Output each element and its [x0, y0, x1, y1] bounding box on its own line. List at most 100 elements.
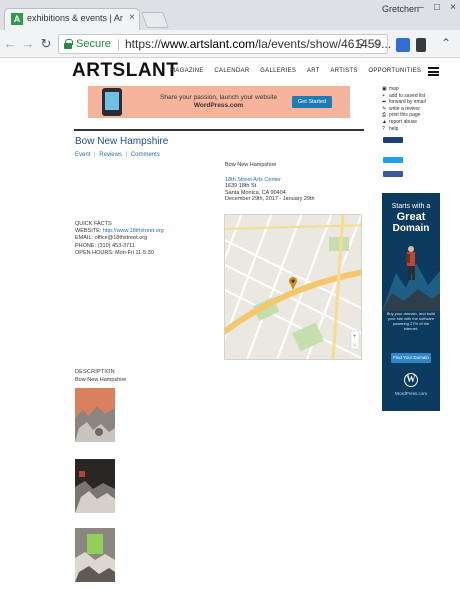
- tool-add-list[interactable]: + add to saved list: [382, 93, 426, 100]
- nav-galleries[interactable]: GALLERIES: [260, 68, 296, 74]
- side-ad-great: Great: [396, 211, 426, 223]
- tool-label: forward by email: [389, 99, 426, 106]
- lock-icon: [64, 39, 73, 49]
- phone-label: PHONE:: [75, 242, 97, 249]
- description-label: DESCRIPTION: [75, 369, 115, 375]
- website-link[interactable]: http://www.18thstreet.org: [103, 228, 164, 234]
- venue-map[interactable]: + −: [224, 214, 362, 360]
- url-path: /la/events/show/461459...: [255, 37, 392, 51]
- event-dates: December 29th, 2017 - January 29th: [225, 196, 315, 202]
- plus-icon: +: [382, 92, 385, 99]
- side-ad-domain: Domain: [392, 223, 430, 234]
- tool-forward[interactable]: ➦ forward by email: [382, 99, 426, 106]
- nav-calendar[interactable]: CALENDAR: [214, 68, 249, 74]
- facebook-like-button[interactable]: [383, 171, 403, 177]
- pencil-icon: ✎: [382, 105, 387, 112]
- browser-titlebar: A exhibitions & events | Ar × Gretchen –…: [0, 0, 460, 30]
- url-text: https://www.artslant.com/la/events/show/…: [125, 37, 391, 51]
- side-ad-body: Buy your domain, and build your site wit…: [386, 311, 436, 331]
- forward-arrow-icon[interactable]: →: [20, 36, 36, 52]
- email-label: EMAIL:: [75, 235, 94, 242]
- tool-label: report abuse: [389, 118, 418, 125]
- svg-text:+: +: [353, 334, 357, 340]
- hours-value: Mon-Fri 11-5:30: [115, 249, 154, 256]
- address-bar[interactable]: Secure | https://www.artslant.com/la/eve…: [58, 34, 391, 54]
- ad-text: Share your passion, launch your website …: [160, 94, 277, 110]
- artwork-thumbnail-1[interactable]: [75, 388, 115, 442]
- nav-opportunities[interactable]: OPPORTUNITIES: [368, 68, 421, 74]
- side-ad[interactable]: Starts with a Great Domain Buy your doma…: [382, 193, 440, 411]
- url-separator: |: [117, 37, 121, 51]
- quick-facts-label: QUICK FACTS: [75, 221, 112, 227]
- artwork-image-3: [75, 528, 115, 582]
- bookmark-star-icon[interactable]: ☆: [372, 37, 382, 50]
- tool-label: map: [389, 86, 399, 92]
- description-text: Bow New Hampshire: [75, 377, 127, 383]
- event-tools: ▣ map + add to saved list ➦ forward by emai…: [382, 86, 426, 132]
- tool-label: help: [389, 125, 399, 132]
- browser-tab[interactable]: A exhibitions & events | Ar ×: [4, 8, 140, 30]
- tool-label: write a review: [389, 105, 420, 112]
- side-ad-brand: WordPress.com: [395, 391, 427, 396]
- ad-text-line2: WordPress.com: [193, 102, 244, 109]
- find-domain-button[interactable]: Find Your Domain: [391, 353, 431, 363]
- venue-info: Bow New Hampshire 18th Street Arts Cente…: [225, 162, 315, 203]
- title-divider: [74, 129, 364, 131]
- email-value[interactable]: office@18thstreet.org: [95, 235, 148, 241]
- event-subnav: Event | Reviews | Comments: [75, 152, 160, 158]
- ad-text-line1: Share your passion, launch your website: [160, 94, 278, 101]
- map-graphic: + −: [225, 215, 361, 359]
- book-extension-icon[interactable]: [416, 38, 426, 52]
- side-ad-head: Starts with a: [391, 203, 431, 210]
- ad-get-started-button[interactable]: Get Started: [292, 96, 332, 108]
- maximize-icon[interactable]: □: [430, 2, 444, 13]
- svg-text:−: −: [353, 343, 357, 349]
- artwork-thumbnail-2[interactable]: [75, 459, 115, 513]
- event-title: Bow New Hampshire: [75, 136, 169, 147]
- nav-magazine[interactable]: MAGAZINE: [170, 68, 204, 74]
- tool-map[interactable]: ▣ map: [382, 86, 426, 93]
- tool-report[interactable]: ▲ report abuse: [382, 119, 426, 126]
- subnav-comments[interactable]: Comments: [131, 152, 160, 158]
- artwork-thumbnail-3[interactable]: [75, 528, 115, 582]
- hours-label: OPEN HOURS:: [75, 249, 114, 256]
- back-arrow-icon[interactable]: ←: [2, 36, 18, 52]
- tool-review[interactable]: ✎ write a review: [382, 106, 426, 113]
- site-logo[interactable]: ARTSLANT: [72, 60, 178, 82]
- hamburger-menu-icon[interactable]: [428, 67, 439, 76]
- nav-artists[interactable]: ARTISTS: [330, 68, 357, 74]
- subnav-event[interactable]: Event: [75, 152, 90, 158]
- tab-close-icon[interactable]: ×: [129, 12, 135, 23]
- reload-icon[interactable]: ↻: [38, 36, 54, 52]
- zoom-search-icon[interactable]: ⚲: [357, 37, 365, 50]
- tool-label: print this page: [389, 112, 421, 119]
- subscribe-button[interactable]: [383, 137, 403, 143]
- url-host: www.artslant.com: [161, 37, 256, 51]
- wordpress-logo-icon: W: [404, 373, 418, 387]
- tool-label: add to saved list: [389, 92, 426, 99]
- subnav-reviews[interactable]: Reviews: [99, 152, 122, 158]
- minimize-icon[interactable]: –: [414, 2, 428, 13]
- extension-icon[interactable]: [396, 38, 410, 52]
- top-banner-ad[interactable]: Share your passion, launch your website …: [88, 86, 350, 118]
- artwork-image-2: [75, 459, 115, 513]
- secure-label: Secure: [76, 38, 111, 50]
- nav-art[interactable]: ART: [307, 68, 320, 74]
- forward-icon: ➦: [382, 99, 387, 106]
- tool-help[interactable]: ? help: [382, 126, 426, 133]
- phone-value: (310) 453-3711: [97, 242, 135, 249]
- website-label: WEBSITE:: [75, 228, 102, 235]
- quick-facts: QUICK FACTS WEBSITE: http://www.18thstre…: [75, 221, 164, 257]
- menu-chevron-icon[interactable]: ⌃: [438, 35, 454, 51]
- new-tab-button[interactable]: [141, 12, 169, 28]
- warning-icon: ▲: [382, 118, 387, 125]
- tool-print[interactable]: ⎙ print this page: [382, 112, 426, 119]
- help-icon: ?: [382, 125, 385, 132]
- url-scheme: https://: [125, 37, 162, 51]
- map-icon: ▣: [382, 86, 387, 92]
- tweet-button[interactable]: [383, 157, 403, 163]
- print-icon: ⎙: [382, 112, 387, 119]
- window-close-icon[interactable]: ×: [446, 2, 460, 13]
- artslant-favicon-icon: A: [11, 13, 23, 25]
- main-nav: MAGAZINE CALENDAR GALLERIES ART ARTISTS …: [170, 68, 430, 74]
